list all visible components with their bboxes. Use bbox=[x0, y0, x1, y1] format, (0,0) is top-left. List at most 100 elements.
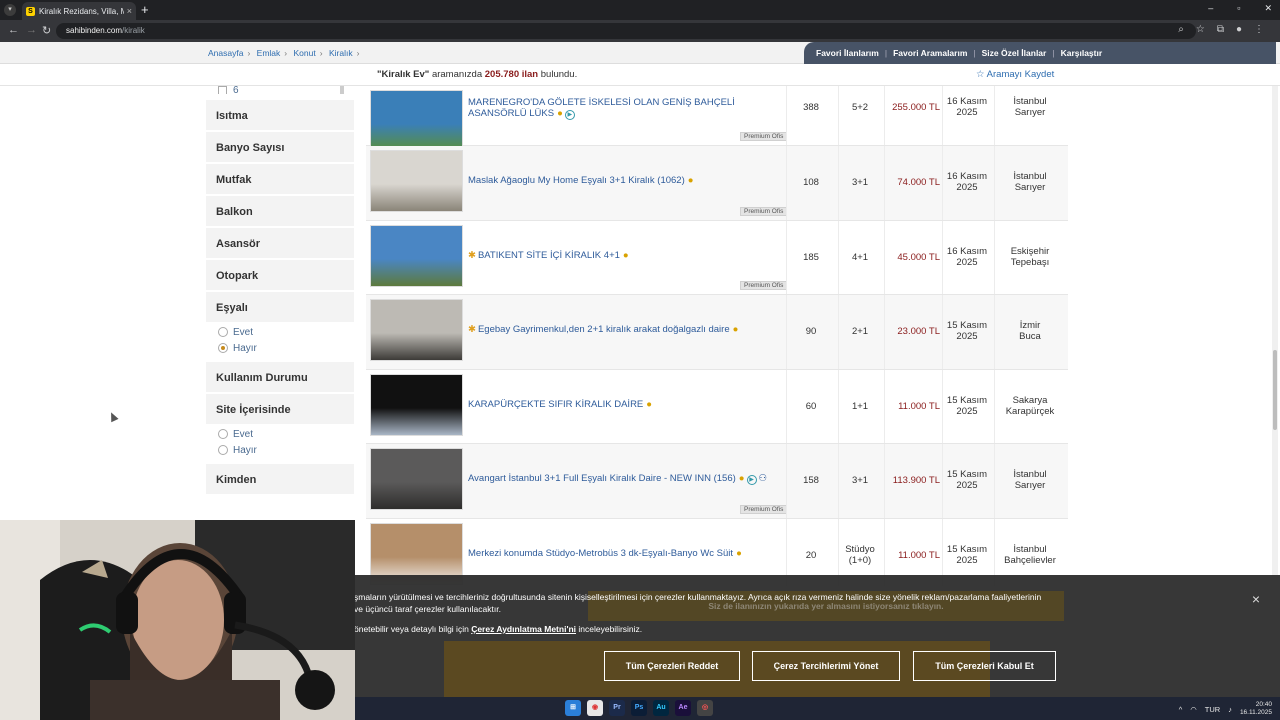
listing-row[interactable]: ✱ Egebay Gayrimenkul,den 2+1 kiralık arak… bbox=[366, 295, 1068, 370]
premiere-icon[interactable]: Pr bbox=[609, 700, 625, 716]
tab-close-icon[interactable]: × bbox=[127, 6, 132, 16]
menu-icon[interactable]: ⋮ bbox=[1254, 24, 1264, 35]
filter-site[interactable]: Site İçerisinde bbox=[206, 394, 354, 426]
listing-thumbnail[interactable] bbox=[370, 150, 463, 212]
listing-date: 15 Kasım 2025 bbox=[942, 320, 992, 342]
date-line-2: 2025 bbox=[956, 405, 978, 417]
radio[interactable] bbox=[218, 429, 228, 439]
save-search-button[interactable]: ☆ Aramayı Kaydet bbox=[976, 69, 1054, 80]
cookie-policy-link[interactable]: Çerez Aydınlatma Metni'ni bbox=[471, 624, 576, 634]
thumbs-up-icon: ● bbox=[687, 175, 694, 186]
listing-thumbnail[interactable] bbox=[370, 224, 463, 287]
back-icon[interactable]: ← bbox=[8, 24, 19, 36]
after-effects-icon[interactable]: Ae bbox=[675, 700, 691, 716]
listing-m2: 158 bbox=[803, 475, 819, 486]
close-window-icon[interactable]: ✕ bbox=[1264, 3, 1272, 14]
listing-thumbnail[interactable] bbox=[370, 299, 463, 361]
listing-row[interactable]: ✱ BATIKENT SİTE İÇİ KİRALIK 4+1 ● Premium O… bbox=[366, 220, 1068, 295]
listing-row[interactable]: Maslak Ağaoglu My Home Eşyalı 3+1 Kiralı… bbox=[366, 146, 1068, 221]
bookmark-star-icon[interactable]: ☆ bbox=[1196, 24, 1205, 35]
filter-asansor[interactable]: Asansör bbox=[206, 228, 354, 260]
listing-price: 74.000 TL bbox=[897, 177, 940, 188]
app-icon[interactable]: ◎ bbox=[697, 700, 713, 716]
listing-thumbnail[interactable] bbox=[370, 90, 463, 152]
listing-title[interactable]: KARAPÜRÇEKTE SIFIR KİRALIK DAİRE ● bbox=[468, 399, 778, 410]
listing-title[interactable]: Merkezi konumda Stüdyo-Metrobüs 3 dk-Eşy… bbox=[468, 548, 778, 559]
nav-special-listings[interactable]: Size Özel İlanlar bbox=[982, 48, 1047, 58]
filter-kullanim[interactable]: Kullanım Durumu bbox=[206, 362, 354, 394]
listing-date: 15 Kasım 2025 bbox=[942, 544, 992, 566]
minimize-icon[interactable]: – bbox=[1208, 3, 1213, 14]
filter-mutfak[interactable]: Mutfak bbox=[206, 164, 354, 196]
breadcrumb-link[interactable]: Anasayfa bbox=[208, 48, 243, 58]
breadcrumb-link[interactable]: Konut bbox=[294, 48, 316, 58]
checkbox[interactable] bbox=[218, 86, 227, 94]
filter-option-site-evet[interactable]: Evet bbox=[206, 426, 354, 442]
new-tab-button[interactable]: + bbox=[141, 2, 149, 17]
listing-title[interactable]: ✱ BATIKENT SİTE İÇİ KİRALIK 4+1 ● bbox=[468, 250, 778, 261]
filter-option-esyali-hayir[interactable]: Hayır bbox=[206, 340, 354, 356]
sidebar-scrollbar[interactable] bbox=[340, 86, 344, 94]
listing-title[interactable]: Maslak Ağaoglu My Home Eşyalı 3+1 Kiralı… bbox=[468, 175, 778, 186]
photoshop-icon[interactable]: Ps bbox=[631, 700, 647, 716]
nav-favorite-listings[interactable]: Favori İlanlarım bbox=[816, 48, 879, 58]
listing-title[interactable]: MARENEGRO'DA GÖLETE İSKELESİ OLAN GENİŞ … bbox=[468, 97, 778, 120]
listing-date: 15 Kasım 2025 bbox=[942, 395, 992, 417]
breadcrumb-link[interactable]: Emlak bbox=[257, 48, 281, 58]
accept-cookies-button[interactable]: Tüm Çerezleri Kabul Et bbox=[913, 651, 1056, 681]
windows-start-icon[interactable]: ⊞ bbox=[565, 700, 581, 716]
filter-kimden[interactable]: Kimden bbox=[206, 464, 354, 496]
url-field[interactable]: sahibinden.com/kiralik bbox=[56, 23, 1196, 39]
listing-title[interactable]: Avangart İstanbul 3+1 Full Eşyalı Kiralı… bbox=[468, 473, 778, 485]
listing-m2: 90 bbox=[805, 326, 817, 337]
zoom-icon[interactable]: ⌕ bbox=[1178, 24, 1184, 35]
listing-row[interactable]: MARENEGRO'DA GÖLETE İSKELESİ OLAN GENİŞ … bbox=[366, 86, 1068, 152]
filter-otopark[interactable]: Otopark bbox=[206, 260, 354, 292]
listing-thumbnail[interactable] bbox=[370, 373, 463, 436]
profile-icon[interactable]: ● bbox=[1236, 24, 1242, 35]
nav-compare[interactable]: Karşılaştır bbox=[1061, 48, 1103, 58]
listing-row[interactable]: KARAPÜRÇEKTE SIFIR KİRALIK DAİRE ● 60 1+1 11… bbox=[366, 369, 1068, 444]
listing-row[interactable]: Avangart İstanbul 3+1 Full Eşyalı Kiralı… bbox=[366, 444, 1068, 519]
listing-title[interactable]: ✱ Egebay Gayrimenkul,den 2+1 kiralık arak… bbox=[468, 324, 778, 335]
lang-indicator[interactable]: TUR bbox=[1205, 705, 1220, 714]
listing-date: 15 Kasım 2025 bbox=[942, 469, 992, 491]
extensions-icon[interactable]: ⧉ bbox=[1217, 24, 1224, 35]
clock[interactable]: 20:40 16.11.2025 bbox=[1240, 701, 1272, 717]
listing-m2: 108 bbox=[803, 177, 819, 188]
tray-chevron-icon[interactable]: ^ bbox=[1179, 705, 1183, 714]
page-scrollbar[interactable] bbox=[1272, 86, 1278, 576]
filter-esyali[interactable]: Eşyalı bbox=[206, 292, 354, 324]
audition-icon[interactable]: Au bbox=[653, 700, 669, 716]
url-path: /kiralik bbox=[122, 26, 145, 35]
cookie-close-icon[interactable]: × bbox=[1252, 591, 1260, 607]
forward-icon[interactable]: → bbox=[26, 24, 37, 36]
reload-icon[interactable]: ↻ bbox=[42, 24, 51, 37]
radio[interactable] bbox=[218, 445, 228, 455]
tab-search-icon[interactable]: ▾ bbox=[4, 4, 16, 16]
search-query: "Kiralık Ev" bbox=[377, 69, 430, 80]
wifi-icon[interactable]: ◠ bbox=[1190, 705, 1197, 714]
listing-thumbnail[interactable] bbox=[370, 448, 463, 510]
radio[interactable] bbox=[218, 327, 228, 337]
filter-option-top[interactable]: 6 bbox=[206, 86, 354, 94]
chrome-icon[interactable]: ◉ bbox=[587, 700, 603, 716]
filter-banyo[interactable]: Banyo Sayısı bbox=[206, 132, 354, 164]
date-line-2: 2025 bbox=[956, 554, 978, 566]
reject-cookies-button[interactable]: Tüm Çerezleri Reddet bbox=[604, 651, 740, 681]
browser-tab[interactable]: S Kiralık Rezidans, Villa, Müstakil × bbox=[22, 2, 136, 20]
filter-isitma[interactable]: Isıtma bbox=[206, 100, 354, 132]
radio-selected[interactable] bbox=[218, 343, 228, 353]
nav-favorite-searches[interactable]: Favori Aramalarım bbox=[893, 48, 967, 58]
clock-date: 16.11.2025 bbox=[1239, 709, 1272, 716]
filter-balkon[interactable]: Balkon bbox=[206, 196, 354, 228]
breadcrumb-link[interactable]: Kiralık bbox=[329, 48, 353, 58]
manage-cookies-button[interactable]: Çerez Tercihlerimi Yönet bbox=[752, 651, 900, 681]
maximize-icon[interactable]: ▫ bbox=[1237, 3, 1240, 14]
listing-location: İstanbul Sarıyer bbox=[996, 96, 1064, 118]
filter-option-esyali-evet[interactable]: Evet bbox=[206, 324, 354, 340]
volume-icon[interactable]: ♪ bbox=[1228, 705, 1232, 714]
date-line-1: 15 Kasım bbox=[946, 469, 988, 480]
filter-option-site-hayir[interactable]: Hayır bbox=[206, 442, 354, 458]
scrollbar-thumb[interactable] bbox=[1273, 350, 1277, 430]
